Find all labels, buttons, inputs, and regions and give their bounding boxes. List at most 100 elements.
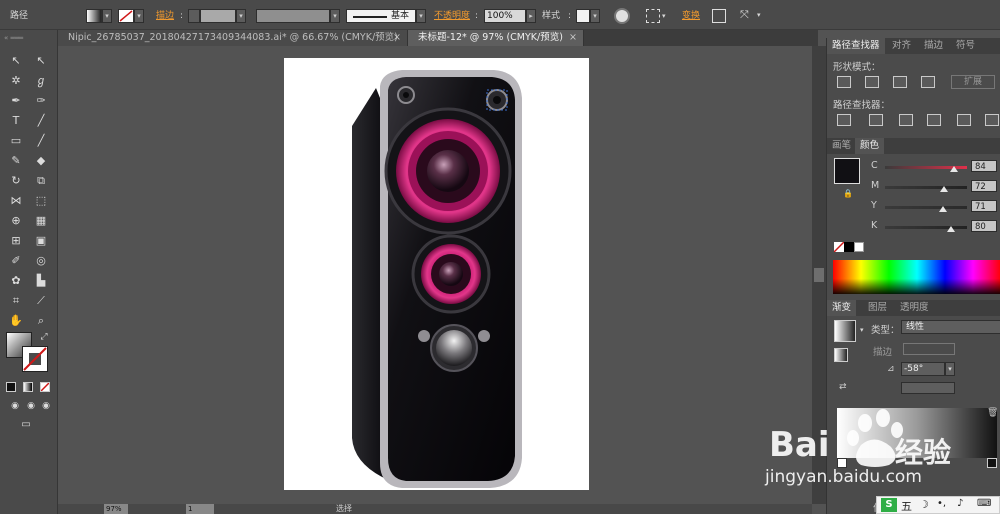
tab-nipic-document[interactable]: Nipic_26785037_20180427173409344083.ai* … [58,30,408,46]
opacity-dropdown[interactable]: ▸ [526,9,536,23]
speaker-artwork[interactable] [284,58,589,490]
gradient-tool-icon[interactable]: ▣ [31,232,51,250]
draw-inside-icon[interactable]: ◉ [36,397,56,415]
close-icon[interactable]: × [393,30,401,46]
tab-symbols[interactable]: 符号 [951,38,980,54]
blend-tool-icon[interactable]: ◎ [31,252,51,270]
curvature-tool-icon[interactable]: ✑ [31,92,51,110]
mesh-tool-icon[interactable]: ⊞ [6,232,26,250]
none-mode-icon[interactable] [40,382,50,392]
rotate-tool-icon[interactable]: ↻ [6,172,26,190]
punctuation-icon[interactable]: •, [937,498,946,509]
gradient-preview-dropdown-icon[interactable]: ▾ [860,326,864,334]
microphone-icon[interactable]: ♪ [957,498,963,509]
channel-slider[interactable] [885,186,967,189]
trim-icon[interactable] [869,114,883,126]
channel-value-input[interactable]: 71 [971,200,997,212]
swap-fill-stroke-icon[interactable]: ⤢ [34,328,54,346]
divide-icon[interactable] [837,114,851,126]
color-spectrum[interactable] [833,260,1000,294]
stroke-weight-dropdown[interactable]: ▾ [236,9,246,23]
screen-mode-icon[interactable]: ▭ [16,416,36,434]
fill-stroke-toggle-icon[interactable] [834,348,848,362]
reverse-gradient-icon[interactable]: ⇄ [839,382,847,392]
panel-grip-icon[interactable]: « ═══ [4,34,54,42]
channel-slider-knob[interactable] [939,206,948,212]
tab-untitled-12[interactable]: 未标题-12* @ 97% (CMYK/预览) × [408,30,584,46]
expand-button[interactable]: 扩展 [951,75,995,89]
stroke-gradient-options[interactable] [903,343,955,355]
opacity-input[interactable]: 100% [484,9,526,23]
variable-width-dropdown[interactable]: ▾ [330,9,340,23]
paintbrush-tool-icon[interactable]: ╱ [31,132,51,150]
eyedropper-tool-icon[interactable]: ✐ [6,252,26,270]
rectangle-tool-icon[interactable]: ▭ [6,132,26,150]
style-dropdown[interactable]: ▾ [590,9,600,23]
align-selection-icon[interactable] [646,9,660,23]
pencil-tool-icon[interactable]: ✎ [6,152,26,170]
gradient-type-select[interactable]: 线性 [901,320,1000,334]
exclude-icon[interactable] [921,76,935,88]
tab-align[interactable]: 对齐 [887,38,916,54]
scale-tool-icon[interactable]: ⧉ [31,172,51,190]
aspect-ratio-input[interactable] [901,382,955,394]
fill-swatch[interactable] [86,9,102,23]
stroke-weight-input[interactable] [200,9,236,23]
menu-dropdown-icon[interactable]: ▾ [757,11,761,19]
isolate-group-icon[interactable] [712,9,726,23]
channel-slider[interactable] [885,226,967,229]
moon-icon[interactable]: ☽ [919,498,929,511]
gradient-angle-input[interactable]: -58° [901,362,945,376]
stroke-color-swatch[interactable] [22,346,48,372]
white-swatch[interactable] [854,242,864,252]
stroke-dropdown[interactable]: ▾ [134,9,144,23]
column-graph-tool-icon[interactable]: ▙ [31,272,51,290]
input-method-logo-icon[interactable]: S [881,498,897,512]
angle-dropdown-icon[interactable]: ▾ [945,362,955,376]
minus-back-icon[interactable] [985,114,999,126]
channel-slider-knob[interactable] [940,186,949,192]
opacity-label[interactable]: 不透明度 [434,9,470,23]
channel-value-input[interactable]: 72 [971,180,997,192]
input-method-mode[interactable]: 五 [901,498,912,514]
shape-builder-tool-icon[interactable]: ⊕ [6,212,26,230]
artboard-number[interactable]: 1 [186,504,214,514]
recolor-artwork-icon[interactable] [614,8,630,24]
unite-icon[interactable] [837,76,851,88]
free-transform-tool-icon[interactable]: ⬚ [31,192,51,210]
none-swatch[interactable] [833,241,845,253]
stroke-swatch[interactable] [118,9,134,23]
zoom-input[interactable]: 97% [104,504,128,514]
type-tool-icon[interactable]: T [6,112,26,130]
tab-brushes[interactable]: 画笔 [827,138,856,154]
variable-width-profile[interactable] [256,9,330,23]
direct-selection-tool-icon[interactable]: ↖ [31,52,51,70]
brush-dropdown[interactable]: ▾ [416,9,426,23]
tab-stroke[interactable]: 描边 [919,38,948,54]
slice-tool-icon[interactable]: ⟋ [31,292,51,310]
style-swatch[interactable] [576,9,590,23]
channel-value-input[interactable]: 84 [971,160,997,172]
brush-definition[interactable]: 基本 [346,9,416,23]
line-segment-tool-icon[interactable]: ╱ [31,112,51,130]
black-swatch[interactable] [844,242,854,252]
pen-tool-icon[interactable]: ✒ [6,92,26,110]
merge-icon[interactable] [899,114,913,126]
lasso-tool-icon[interactable]: ℊ [31,72,51,90]
align-dropdown-icon[interactable]: ▾ [662,12,666,20]
channel-value-input[interactable]: 80 [971,220,997,232]
intersect-icon[interactable] [893,76,907,88]
eraser-tool-icon[interactable]: ◆ [31,152,51,170]
tab-color[interactable]: 颜色 [855,138,885,154]
tab-pathfinder[interactable]: 路径查找器 [827,38,885,54]
gradient-mode-icon[interactable] [23,382,33,392]
scrollbar-thumb[interactable] [814,268,824,282]
minus-front-icon[interactable] [865,76,879,88]
perspective-grid-tool-icon[interactable]: ▦ [31,212,51,230]
tab-gradient[interactable]: 渐变 [827,300,857,316]
tab-transparency[interactable]: 透明度 [895,300,934,316]
fill-dropdown[interactable]: ▾ [102,9,112,23]
keyboard-icon[interactable]: ⌨ [977,498,991,509]
close-icon[interactable]: × [569,30,577,46]
channel-slider-knob[interactable] [949,166,958,172]
